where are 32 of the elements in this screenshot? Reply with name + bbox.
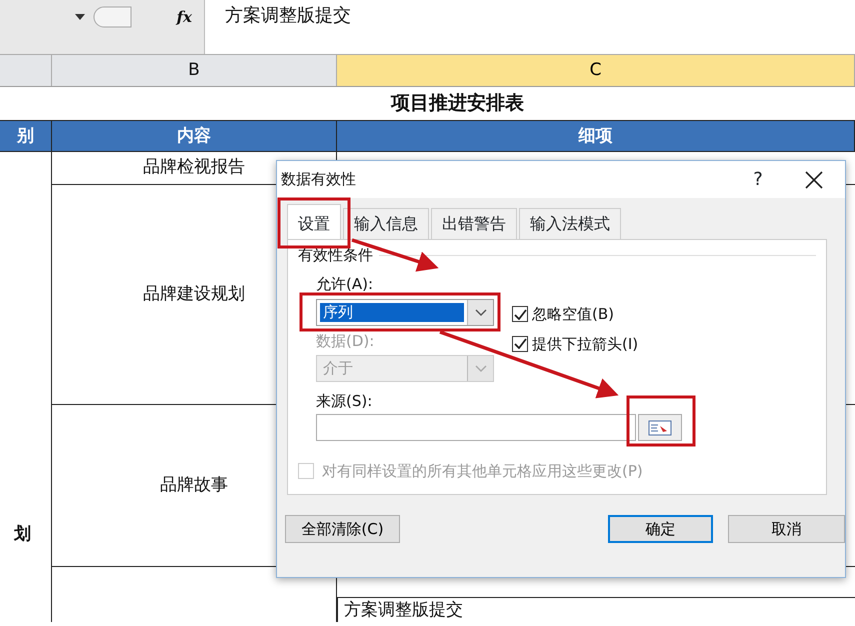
checkbox-label: 忽略空值(B) [532, 304, 614, 325]
range-select-button[interactable] [638, 414, 682, 441]
highlight-frame [626, 396, 696, 446]
table-cell: 方案调整版提交 [337, 597, 855, 622]
dialog-button[interactable]: 全部清除(C) [285, 515, 400, 543]
header-cell: 别 [0, 120, 52, 152]
checkbox[interactable] [512, 336, 528, 352]
help-button[interactable]: ? [743, 166, 773, 193]
tab[interactable]: 设置 [287, 204, 341, 239]
tab[interactable]: 输入法模式 [519, 208, 621, 239]
tab[interactable]: 输入信息 [343, 208, 429, 239]
chevron-icon [474, 364, 486, 372]
tab[interactable]: 出错警告 [431, 208, 517, 239]
checkbox-label: 提供下拉箭头(I) [532, 334, 638, 354]
dialog-button[interactable]: 确定 [608, 515, 713, 543]
table-cell: 划 [0, 152, 52, 622]
chevron-icon [474, 309, 486, 316]
allow-dropdown[interactable]: 序列 [316, 299, 494, 326]
checkbox[interactable] [512, 306, 528, 322]
header-cell: 内容 [52, 120, 337, 152]
formula-text[interactable]: 方案调整版提交 [205, 0, 855, 54]
function-label[interactable]: fx [176, 6, 192, 28]
dropdown-caret-icon[interactable] [75, 14, 85, 20]
scroll-handle-icon[interactable] [93, 6, 133, 28]
source-field[interactable] [316, 414, 636, 441]
dialog-button[interactable]: 取消 [728, 515, 845, 543]
close-icon[interactable] [805, 170, 823, 188]
column-header[interactable]: C [337, 55, 855, 86]
selected-value: 序列 [320, 303, 464, 322]
grid-icon [648, 420, 672, 436]
header-cell: 细项 [337, 120, 855, 152]
sheet-title: 项目推进安排表 [391, 91, 524, 116]
